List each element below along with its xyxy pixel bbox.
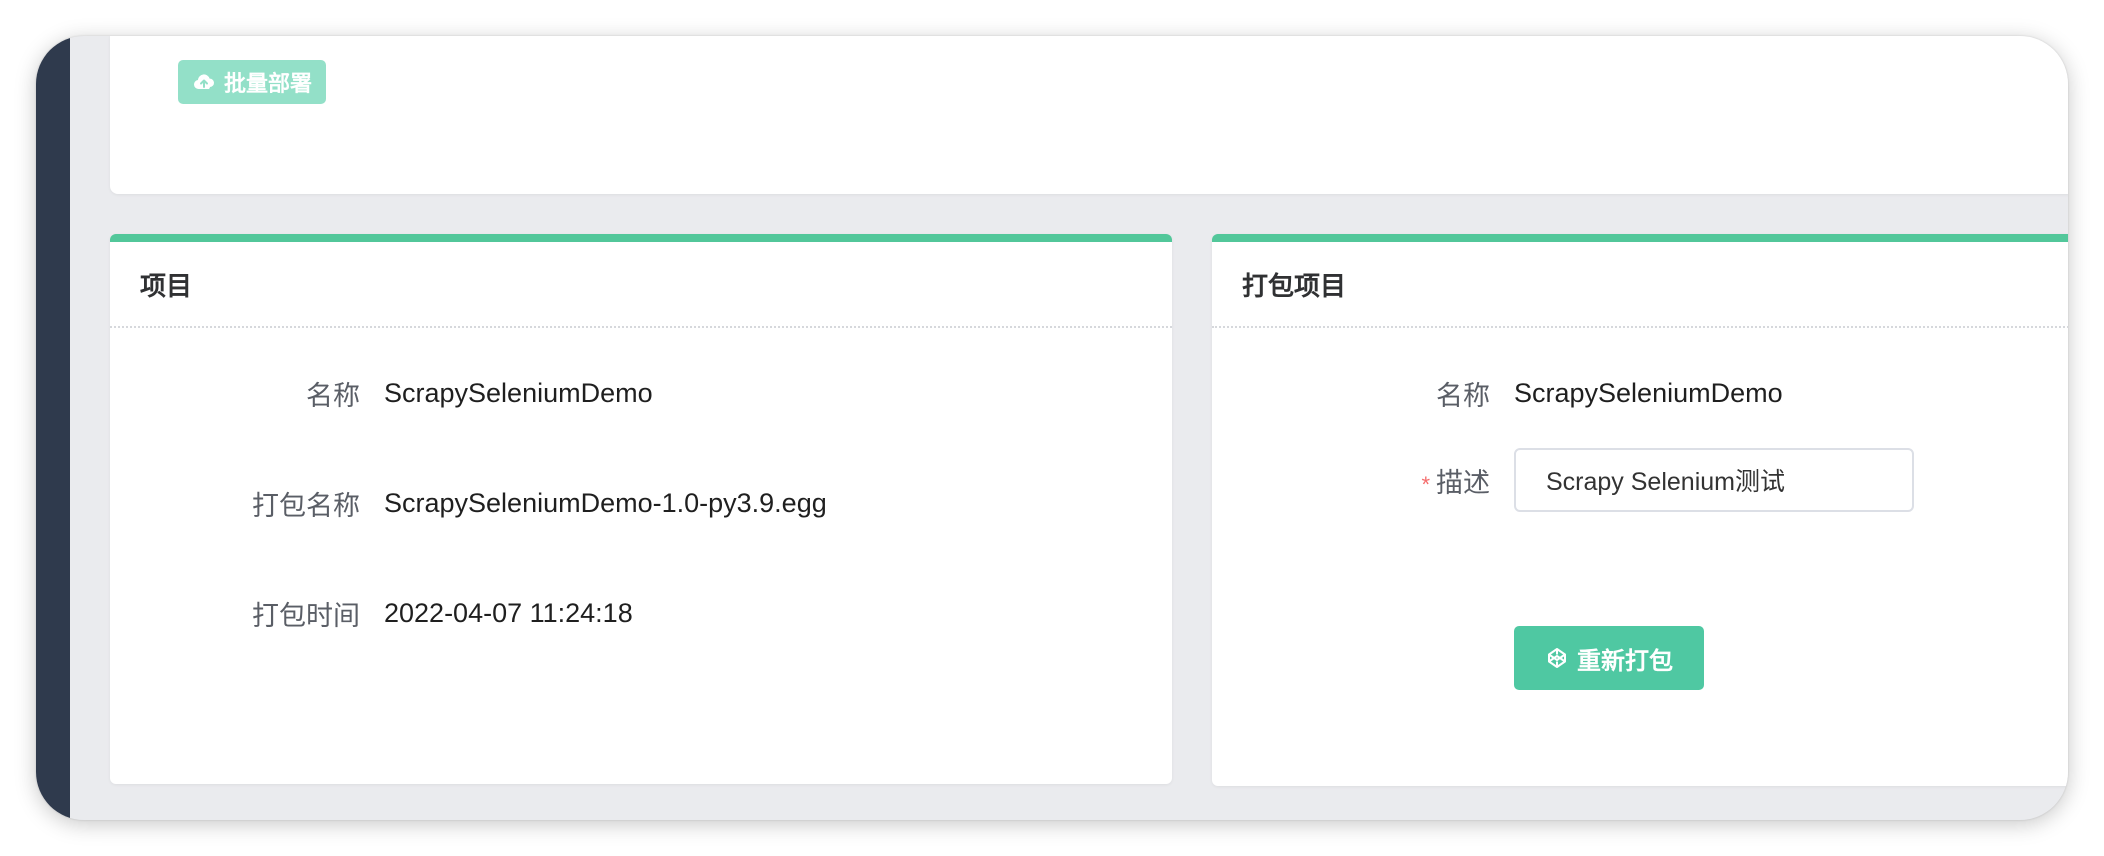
project-name-row: 名称 ScrapySeleniumDemo: [110, 374, 653, 413]
project-name-label: 名称: [306, 381, 360, 411]
package-time-label: 打包时间: [252, 601, 360, 631]
package-name-row: 打包名称 ScrapySeleniumDemo-1.0-py3.9.egg: [110, 484, 827, 523]
description-label: 描述: [1436, 467, 1490, 498]
package-time-row: 打包时间 2022-04-07 11:24:18: [110, 594, 633, 633]
package-name-label: 打包名称: [252, 491, 360, 521]
project-name-value: ScrapySeleniumDemo: [384, 378, 653, 408]
description-input[interactable]: [1514, 448, 1914, 512]
package-name-row: 名称 ScrapySeleniumDemo: [1212, 374, 1783, 413]
package-time-value: 2022-04-07 11:24:18: [384, 598, 633, 628]
description-row: * 描述: [1212, 448, 1914, 512]
batch-deploy-label: 批量部署: [223, 71, 312, 96]
codepen-icon: [1548, 648, 1566, 668]
description-label-wrap: * 描述: [1212, 461, 1490, 500]
name-label: 名称: [1436, 381, 1490, 411]
package-name-value: ScrapySeleniumDemo-1.0-py3.9.egg: [384, 488, 827, 518]
name-value: ScrapySeleniumDemo: [1514, 378, 1783, 408]
required-mark: *: [1421, 471, 1430, 497]
project-card: 项目 名称 ScrapySeleniumDemo 打包名称 ScrapySele…: [110, 234, 1172, 784]
cloud-upload-icon: [193, 74, 214, 89]
project-card-title: 项目: [110, 242, 1172, 328]
app-window: 批量部署 项目 名称 ScrapySeleniumDemo 打包名称 Scrap…: [36, 36, 2068, 820]
toolbar-card: 批量部署: [110, 36, 2068, 194]
sidebar: [36, 36, 70, 820]
package-project-card: 打包项目 名称 ScrapySeleniumDemo *描述 重新打包: [1212, 234, 2068, 786]
repackage-label: 重新打包: [1577, 647, 1673, 675]
repackage-button[interactable]: 重新打包: [1514, 626, 1704, 690]
package-card-title: 打包项目: [1212, 242, 2068, 328]
batch-deploy-button[interactable]: 批量部署: [178, 60, 326, 104]
